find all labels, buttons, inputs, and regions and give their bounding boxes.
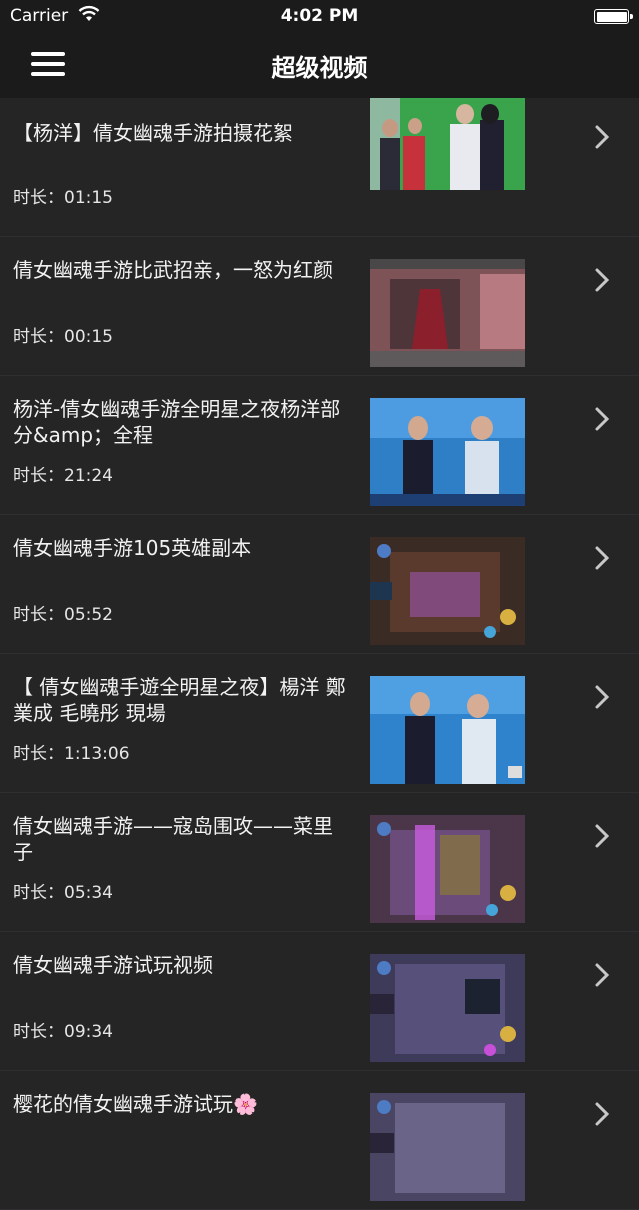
video-duration: 时长：1:13:06 bbox=[13, 744, 130, 764]
video-thumbnail bbox=[370, 676, 525, 784]
video-row[interactable]: 倩女幽魂手游试玩视频 时长：09:34 bbox=[0, 932, 639, 1071]
video-row[interactable]: 樱花的倩女幽魂手游试玩🌸 bbox=[0, 1071, 639, 1210]
chevron-right-icon bbox=[595, 824, 610, 848]
video-title: 倩女幽魂手游——寇岛围攻——菜里子 bbox=[13, 814, 333, 864]
chevron-right-icon bbox=[595, 685, 610, 709]
video-row[interactable]: 倩女幽魂手游105英雄副本 时长：05:52 bbox=[0, 515, 639, 654]
video-row[interactable]: 杨洋-倩女幽魂手游全明星之夜杨洋部分&amp；全程 时长：21:24 bbox=[0, 376, 639, 515]
page-title: 超级视频 bbox=[271, 54, 368, 82]
video-duration: 时长：09:34 bbox=[13, 1022, 113, 1042]
chevron-right-icon bbox=[595, 407, 610, 431]
video-title: 倩女幽魂手游比武招亲，一怒为红颜 bbox=[13, 258, 333, 282]
video-title: 倩女幽魂手游105英雄副本 bbox=[13, 536, 252, 560]
video-list: 【杨洋】倩女幽魂手游拍摄花絮 时长：01:15 倩女幽魂手游比武招亲，一怒为红颜… bbox=[0, 98, 639, 1210]
video-thumbnail bbox=[370, 98, 525, 190]
video-row[interactable]: 倩女幽魂手游比武招亲，一怒为红颜 时长：00:15 bbox=[0, 237, 639, 376]
navigation-bar: 超级视频 bbox=[0, 34, 639, 98]
chevron-right-icon bbox=[595, 1102, 610, 1126]
battery-icon bbox=[594, 9, 633, 24]
video-title: 【 倩女幽魂手遊全明星之夜】楊洋 鄭業成 毛曉彤 現場 bbox=[13, 675, 346, 725]
video-title: 倩女幽魂手游试玩视频 bbox=[13, 953, 213, 977]
video-thumbnail bbox=[370, 537, 525, 645]
video-thumbnail bbox=[370, 815, 525, 923]
video-thumbnail bbox=[370, 954, 525, 1062]
chevron-right-icon bbox=[595, 268, 610, 292]
chevron-right-icon bbox=[595, 963, 610, 987]
video-title: 杨洋-倩女幽魂手游全明星之夜杨洋部分&amp；全程 bbox=[13, 397, 341, 447]
chevron-right-icon bbox=[595, 546, 610, 570]
video-row[interactable]: 倩女幽魂手游——寇岛围攻——菜里子 时长：05:34 bbox=[0, 793, 639, 932]
video-thumbnail bbox=[370, 398, 525, 506]
video-row[interactable]: 【 倩女幽魂手遊全明星之夜】楊洋 鄭業成 毛曉彤 現場 时长：1:13:06 bbox=[0, 654, 639, 793]
video-title: 樱花的倩女幽魂手游试玩🌸 bbox=[13, 1092, 258, 1116]
chevron-right-icon bbox=[595, 125, 610, 149]
video-duration: 时长：05:34 bbox=[13, 883, 113, 903]
video-duration: 时长：00:15 bbox=[13, 327, 113, 347]
status-bar: Carrier 4:02 PM bbox=[0, 0, 639, 34]
video-thumbnail bbox=[370, 1093, 525, 1201]
video-duration: 时长：01:15 bbox=[13, 188, 113, 208]
video-duration: 时长：21:24 bbox=[13, 466, 113, 486]
video-row[interactable]: 【杨洋】倩女幽魂手游拍摄花絮 时长：01:15 bbox=[0, 98, 639, 237]
video-thumbnail bbox=[370, 259, 525, 367]
video-title: 【杨洋】倩女幽魂手游拍摄花絮 bbox=[13, 121, 293, 145]
video-duration: 时长：05:52 bbox=[13, 605, 113, 625]
clock: 4:02 PM bbox=[280, 6, 359, 26]
